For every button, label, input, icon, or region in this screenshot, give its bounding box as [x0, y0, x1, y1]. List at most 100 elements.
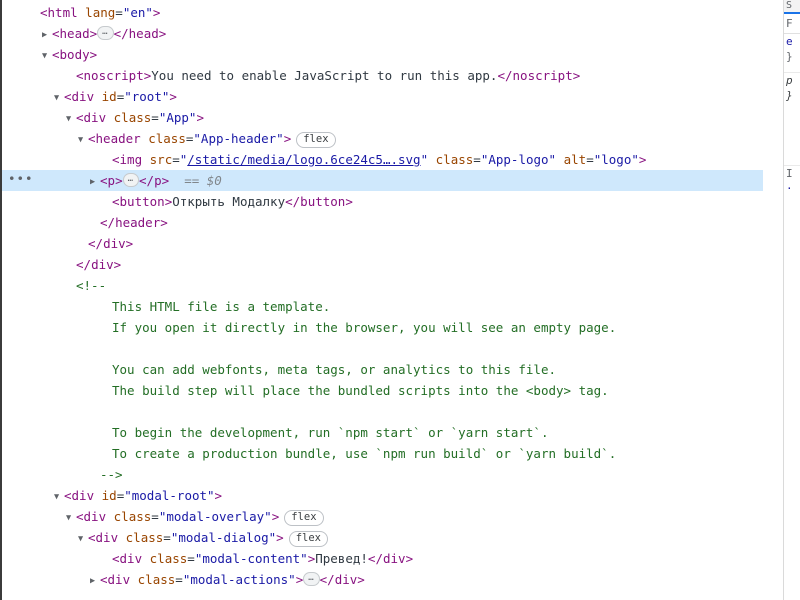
dom-tree-row[interactable]: <div class="modal-actions">…</div> [2, 569, 763, 590]
token-tag: div [71, 89, 95, 104]
token-text: = [151, 509, 159, 524]
token-tag: p [107, 173, 116, 188]
dom-tree-row[interactable]: <div class="modal-overlay"> flex [2, 506, 763, 527]
token-comment: --> [100, 467, 123, 482]
token-text: = [586, 152, 594, 167]
disclosure-triangle-open-icon[interactable] [66, 109, 76, 130]
token-tag: body [59, 47, 90, 62]
token-punct: < [112, 152, 120, 167]
token-punct: > [160, 215, 168, 230]
dom-tree-row[interactable]: <div class="modal-content">Превед!</div> [2, 548, 763, 569]
disclosure-triangle-open-icon[interactable] [54, 487, 64, 508]
dom-tree-row[interactable]: This HTML file is a template. [2, 296, 763, 317]
styles-rules-list[interactable]: e} p} I · [784, 34, 800, 196]
token-punct: > [161, 173, 170, 188]
styles-filter-input[interactable]: F [784, 14, 800, 34]
dom-tree-row[interactable]: <noscript>You need to enable JavaScript … [2, 65, 763, 86]
dom-tree-row-content: <html lang="en"> [30, 2, 160, 23]
dom-tree-row[interactable]: <div class="modal-dialog"> flex [2, 527, 763, 548]
styles-tabstrip[interactable]: S [784, 0, 800, 14]
css-declaration-line[interactable]: } [784, 88, 800, 103]
disclosure-triangle-open-icon[interactable] [54, 88, 64, 109]
dom-tree-row[interactable]: You can add webfonts, meta tags, or anal… [2, 359, 763, 380]
dom-tree-row[interactable]: •••<p>…</p> == $0 [2, 170, 763, 191]
token-punct: > [196, 110, 204, 125]
disclosure-triangle-open-icon[interactable] [66, 508, 76, 529]
css-declaration-line[interactable]: } [784, 49, 800, 64]
flex-adorner-badge[interactable]: flex [288, 531, 328, 547]
css-declaration-line[interactable]: · [784, 181, 800, 196]
token-punct: </ [88, 236, 104, 251]
token-tag: img [119, 152, 143, 167]
collapsed-children-ellipsis-icon[interactable]: … [303, 571, 320, 586]
dom-tree-row[interactable]: </header> [2, 212, 763, 233]
dom-tree-row[interactable]: </div> [2, 254, 763, 275]
token-punct: < [40, 5, 48, 20]
disclosure-triangle-open-icon[interactable] [78, 130, 88, 151]
dom-tree-row[interactable] [2, 338, 763, 359]
dom-tree-row[interactable]: <div class="App"> [2, 107, 763, 128]
css-rule-gap [784, 103, 800, 166]
flex-adorner-badge[interactable]: flex [284, 510, 324, 526]
dom-tree-row[interactable]: <button>Открыть Модалку</button> [2, 191, 763, 212]
token-punct: > [638, 152, 647, 167]
dom-tree-row[interactable]: <head>…</head> [2, 23, 763, 44]
styles-pane[interactable]: S F e} p} I · [784, 0, 800, 600]
dom-tree-row[interactable]: <div id="root"> [2, 86, 763, 107]
token-dollar: == $0 [169, 173, 222, 188]
css-declaration-line[interactable]: p [784, 73, 800, 88]
elements-tree-pane[interactable]: <html lang="en"><head>…</head><body><nos… [0, 0, 763, 600]
token-tag: header [95, 131, 141, 146]
token-tag: noscript [512, 68, 573, 83]
token-punct: </ [113, 26, 129, 41]
token-punct: > [271, 509, 280, 524]
collapsed-children-ellipsis-icon[interactable]: … [122, 172, 140, 187]
dom-tree-row[interactable]: <html lang="en"> [2, 2, 763, 23]
dom-tree-row[interactable]: To create a production bundle, use `npm … [2, 443, 763, 464]
token-val: "logo" [593, 152, 639, 167]
collapsed-children-ellipsis-icon[interactable]: … [97, 25, 114, 40]
dom-tree-row[interactable]: If you open it directly in the browser, … [2, 317, 763, 338]
disclosure-triangle-open-icon[interactable] [42, 46, 52, 67]
dom-tree-row[interactable]: <!-- [2, 275, 763, 296]
css-declaration-line[interactable]: I [784, 166, 800, 181]
token-tag: div [83, 509, 107, 524]
token-punct: < [52, 26, 60, 41]
dom-tree[interactable]: <html lang="en"><head>…</head><body><nos… [2, 0, 763, 590]
token-punct: </ [139, 173, 155, 188]
dom-tree-row-content [102, 338, 112, 359]
tab-styles-label: S [786, 0, 793, 11]
token-val: "modal-dialog" [170, 530, 277, 545]
node-overflow-dots-icon[interactable]: ••• [8, 170, 33, 191]
dom-tree-row[interactable]: <body> [2, 44, 763, 65]
token-tag: div [91, 257, 114, 272]
token-punct: < [76, 110, 84, 125]
dom-tree-row[interactable]: To begin the development, run `npm start… [2, 422, 763, 443]
disclosure-triangle-closed-icon[interactable] [90, 571, 100, 592]
dom-tree-row[interactable]: --> [2, 464, 763, 485]
dom-tree-row[interactable] [2, 401, 763, 422]
flex-adorner-badge[interactable]: flex [296, 132, 336, 148]
dom-tree-row[interactable]: <header class="App-header">flex [2, 128, 763, 149]
dom-tree-row-content [102, 401, 112, 422]
token-tag: head [128, 26, 159, 41]
resource-link[interactable]: /static/media/logo.6ce24c5….svg [187, 152, 420, 167]
dom-tree-row[interactable]: <img src="/static/media/logo.6ce24c5….sv… [2, 149, 763, 170]
token-punct: </ [367, 551, 383, 566]
disclosure-triangle-closed-icon[interactable] [90, 172, 100, 193]
dom-tree-row-content: --> [90, 464, 123, 485]
token-tag: div [119, 551, 143, 566]
token-val: "App-logo" [480, 152, 557, 167]
token-comment: To create a production bundle, use `npm … [112, 446, 617, 461]
dom-tree-row[interactable]: The build step will place the bundled sc… [2, 380, 763, 401]
disclosure-triangle-open-icon[interactable] [78, 529, 88, 550]
dom-tree-row[interactable]: <div id="modal-root"> [2, 485, 763, 506]
dom-tree-row[interactable]: </div> [2, 233, 763, 254]
token-punct: > [115, 173, 123, 188]
disclosure-triangle-closed-icon[interactable] [42, 25, 52, 46]
css-declaration-line[interactable]: e [784, 34, 800, 49]
token-comment: You can add webfonts, meta tags, or anal… [112, 362, 557, 377]
